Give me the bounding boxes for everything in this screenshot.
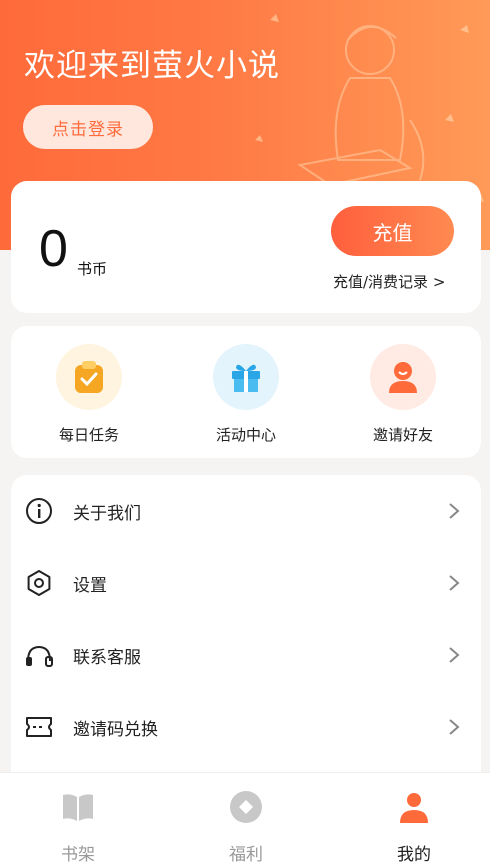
coin-unit: 书币 (77, 260, 108, 278)
menu-item-redeem-code[interactable]: 邀请码兑换 (11, 691, 481, 763)
tab-label: 福利 (229, 845, 263, 865)
welfare-icon (230, 791, 262, 823)
quick-actions-card: 每日任务 活动中心 邀请好友 (11, 326, 481, 458)
settings-menu: 关于我们 设置 联系客服 邀请码兑换 (11, 475, 481, 785)
quick-action-label: 每日任务 (58, 426, 119, 444)
quick-action-invite-friends[interactable]: 邀请好友 (348, 344, 458, 445)
quick-action-activity-center[interactable]: 活动中心 (191, 344, 301, 445)
gift-icon (213, 344, 279, 410)
tab-profile[interactable]: 我的 (354, 773, 474, 866)
tab-label: 我的 (397, 845, 431, 865)
invite-friend-icon (370, 344, 436, 410)
info-icon (24, 496, 54, 526)
quick-action-label: 活动中心 (215, 426, 276, 444)
chevron-right-icon (449, 575, 460, 591)
tab-bookshelf[interactable]: 书架 (18, 773, 138, 866)
quick-action-label: 邀请好友 (372, 426, 433, 444)
bookshelf-icon (63, 794, 93, 821)
menu-item-settings[interactable]: 设置 (11, 547, 481, 619)
chevron-right-icon (449, 503, 460, 519)
login-button[interactable]: 点击登录 (23, 105, 153, 149)
welcome-title: 欢迎来到萤火小说 (24, 48, 280, 84)
quick-action-daily-task[interactable]: 每日任务 (34, 344, 144, 445)
menu-item-about-us[interactable]: 关于我们 (11, 475, 481, 547)
daily-task-icon (56, 344, 122, 410)
menu-item-label: 设置 (73, 575, 107, 596)
recharge-record-link[interactable]: 充值/消费记录 > (333, 271, 445, 292)
coin-balance: 0 (39, 220, 68, 278)
menu-item-label: 联系客服 (73, 647, 141, 668)
menu-item-label: 邀请码兑换 (73, 719, 158, 740)
chevron-right-icon (449, 719, 460, 735)
headset-icon (24, 640, 54, 670)
ticket-icon (24, 712, 54, 742)
menu-item-label: 关于我们 (73, 503, 141, 524)
recharge-button[interactable]: 充值 (331, 206, 454, 256)
settings-icon (24, 568, 54, 598)
balance-card: 0 书币 充值 充值/消费记录 > (11, 181, 481, 313)
tab-label: 书架 (61, 845, 95, 865)
bottom-tab-bar: 书架 福利 我的 (0, 772, 490, 866)
menu-item-customer-service[interactable]: 联系客服 (11, 619, 481, 691)
profile-icon (400, 793, 428, 823)
tab-welfare[interactable]: 福利 (186, 773, 306, 866)
chevron-right-icon (449, 647, 460, 663)
